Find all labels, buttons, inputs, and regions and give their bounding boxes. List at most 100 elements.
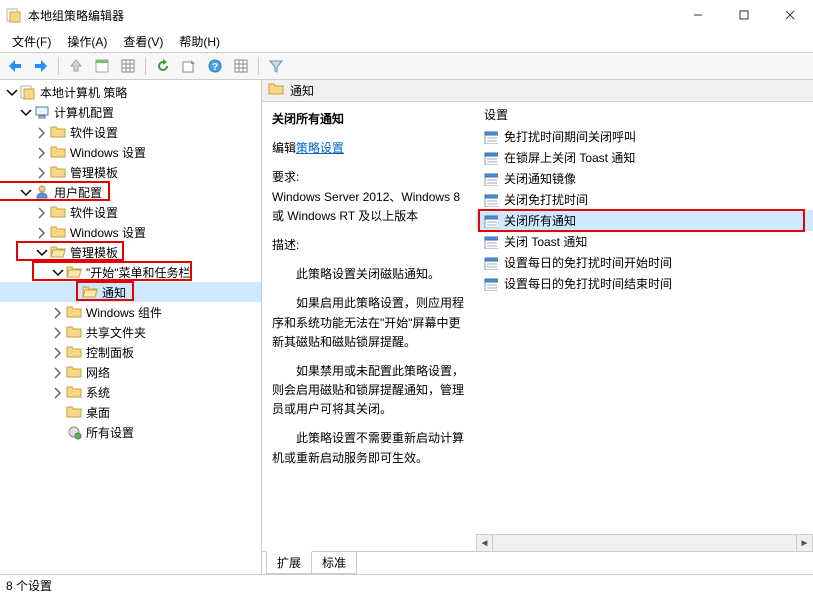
computer-icon (34, 104, 50, 120)
tree-win-components[interactable]: Windows 组件 (0, 302, 261, 322)
up-button[interactable] (65, 55, 87, 77)
policy-item[interactable]: 关闭免打扰时间 (476, 189, 813, 210)
tree-computer-config[interactable]: 计算机配置 (0, 102, 261, 122)
policy-icon (484, 277, 498, 291)
expand-icon[interactable] (50, 265, 64, 279)
expand-icon[interactable] (34, 205, 48, 219)
sheet-button[interactable] (230, 55, 252, 77)
filter-button[interactable] (265, 55, 287, 77)
close-button[interactable] (767, 0, 813, 30)
tree-root[interactable]: 本地计算机 策略 (0, 82, 261, 102)
folder-icon (66, 304, 82, 320)
policy-icon (484, 172, 498, 186)
tree-all-settings[interactable]: 所有设置 (0, 422, 261, 442)
expand-icon[interactable] (50, 365, 64, 379)
policy-items[interactable]: 免打扰时间期间关闭呼叫在锁屏上关闭 Toast 通知关闭通知镜像关闭免打扰时间关… (476, 126, 813, 534)
description-label: 描述: (272, 236, 466, 255)
folder-icon (50, 224, 66, 240)
tree-uc-software[interactable]: 软件设置 (0, 202, 261, 222)
policy-item[interactable]: 免打扰时间期间关闭呼叫 (476, 126, 813, 147)
expand-icon[interactable] (34, 125, 48, 139)
folder-icon (50, 124, 66, 140)
tree-user-config[interactable]: 用户配置 (0, 182, 261, 202)
policy-item-label: 在锁屏上关闭 Toast 通知 (504, 149, 635, 166)
expand-icon[interactable] (4, 85, 18, 99)
policy-item[interactable]: 在锁屏上关闭 Toast 通知 (476, 147, 813, 168)
expand-icon[interactable] (18, 105, 32, 119)
expand-icon[interactable] (34, 145, 48, 159)
tree-uc-windows[interactable]: Windows 设置 (0, 222, 261, 242)
properties-button[interactable] (117, 55, 139, 77)
policy-icon (484, 256, 498, 270)
policy-item[interactable]: 关闭所有通知 (476, 210, 813, 231)
folder-icon (66, 324, 82, 340)
tree-network[interactable]: 网络 (0, 362, 261, 382)
tree-label: 系统 (86, 384, 110, 401)
selected-policy-title: 关闭所有通知 (272, 110, 466, 129)
expand-icon[interactable] (50, 385, 64, 399)
tree-shared-folders[interactable]: 共享文件夹 (0, 322, 261, 342)
tab-standard[interactable]: 标准 (311, 552, 357, 574)
minimize-button[interactable] (675, 0, 721, 30)
tree-label: 控制面板 (86, 344, 134, 361)
expand-icon[interactable] (34, 225, 48, 239)
tree-control-panel[interactable]: 控制面板 (0, 342, 261, 362)
tree-start-taskbar[interactable]: "开始"菜单和任务栏 (0, 262, 261, 282)
menu-action[interactable]: 操作(A) (59, 31, 115, 52)
policy-item[interactable]: 关闭 Toast 通知 (476, 231, 813, 252)
policy-item[interactable]: 关闭通知镜像 (476, 168, 813, 189)
menu-help[interactable]: 帮助(H) (171, 31, 228, 52)
main: 本地计算机 策略 计算机配置 软件设置 Windows 设置 管理模板 (0, 80, 813, 574)
expand-icon[interactable] (50, 325, 64, 339)
tree-label: 软件设置 (70, 124, 118, 141)
expand-icon[interactable] (50, 305, 64, 319)
tree-label: 管理模板 (70, 244, 118, 261)
show-hide-tree-button[interactable] (91, 55, 113, 77)
policy-item-label: 关闭所有通知 (504, 212, 576, 229)
tree-label: 共享文件夹 (86, 324, 146, 341)
tree-label: 所有设置 (86, 424, 134, 441)
help-button[interactable] (204, 55, 226, 77)
policy-item-label: 设置每日的免打扰时间开始时间 (504, 254, 672, 271)
policy-item[interactable]: 设置每日的免打扰时间开始时间 (476, 252, 813, 273)
folder-icon (268, 81, 284, 100)
policy-icon (484, 151, 498, 165)
expand-icon[interactable] (34, 165, 48, 179)
menu-view[interactable]: 查看(V) (115, 31, 171, 52)
expand-icon[interactable] (34, 245, 48, 259)
description-p2: 如果启用此策略设置，则应用程序和系统功能无法在"开始"屏幕中更新其磁贴和磁贴锁屏… (272, 294, 466, 352)
tree-system[interactable]: 系统 (0, 382, 261, 402)
tree-label: 通知 (102, 284, 126, 301)
tree-label: Windows 设置 (70, 144, 146, 161)
tree-uc-admin[interactable]: 管理模板 (0, 242, 261, 262)
edit-policy-link[interactable]: 策略设置 (296, 141, 344, 155)
expand-icon[interactable] (50, 345, 64, 359)
folder-open-icon (82, 284, 98, 300)
scroll-left-button[interactable]: ◄ (476, 535, 493, 552)
refresh-button[interactable] (152, 55, 174, 77)
description-p3: 如果禁用或未配置此策略设置，则会启用磁贴和锁屏提醒通知，管理员或用户可将其关闭。 (272, 362, 466, 420)
scroll-track[interactable] (493, 535, 796, 552)
tree-notifications[interactable]: 通知 (0, 282, 261, 302)
tab-extended[interactable]: 扩展 (266, 551, 312, 574)
policy-item-label: 关闭免打扰时间 (504, 191, 588, 208)
scroll-right-button[interactable]: ► (796, 535, 813, 552)
tree-desktop[interactable]: 桌面 (0, 402, 261, 422)
export-button[interactable] (178, 55, 200, 77)
maximize-button[interactable] (721, 0, 767, 30)
back-button[interactable] (4, 55, 26, 77)
forward-button[interactable] (30, 55, 52, 77)
expand-icon[interactable] (18, 185, 32, 199)
tree-cc-windows[interactable]: Windows 设置 (0, 142, 261, 162)
folder-icon (50, 144, 66, 160)
policy-item-label: 关闭 Toast 通知 (504, 233, 587, 250)
tree-pane[interactable]: 本地计算机 策略 计算机配置 软件设置 Windows 设置 管理模板 (0, 80, 262, 574)
details-header-title: 通知 (290, 82, 314, 99)
menu-file[interactable]: 文件(F) (4, 31, 59, 52)
horizontal-scrollbar[interactable]: ◄ ► (476, 534, 813, 551)
tree-cc-software[interactable]: 软件设置 (0, 122, 261, 142)
policy-item-label: 设置每日的免打扰时间结束时间 (504, 275, 672, 292)
tree-cc-admin[interactable]: 管理模板 (0, 162, 261, 182)
policy-item[interactable]: 设置每日的免打扰时间结束时间 (476, 273, 813, 294)
column-header-setting[interactable]: 设置 (476, 102, 813, 126)
